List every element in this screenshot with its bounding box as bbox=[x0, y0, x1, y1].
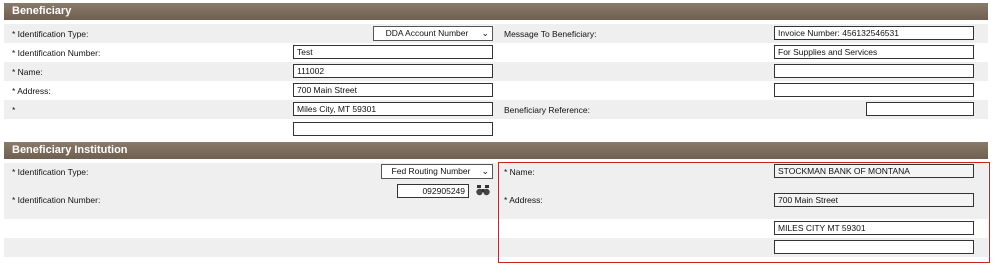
chevron-down-icon: ⌄ bbox=[481, 28, 489, 38]
beneficiary-id-type-select[interactable]: DDA Account Number ⌄ bbox=[373, 26, 493, 41]
message-to-beneficiary-label: Message To Beneficiary: bbox=[504, 29, 597, 39]
institution-address-line-3-input[interactable] bbox=[774, 240, 974, 254]
chevron-down-icon: ⌄ bbox=[481, 166, 489, 176]
beneficiary-address-label: * Address: bbox=[12, 86, 51, 96]
beneficiary-reference-label: Beneficiary Reference: bbox=[504, 105, 590, 115]
institution-row-1: * Identification Type: Fed Routing Numbe… bbox=[4, 163, 988, 181]
beneficiary-address2-label: * bbox=[12, 105, 16, 115]
beneficiary-address2-input[interactable]: Miles City, MT 59301 bbox=[293, 102, 493, 116]
message-line-2-input[interactable]: For Supplies and Services bbox=[774, 45, 974, 59]
institution-id-number-input[interactable]: 092905249 bbox=[397, 184, 469, 198]
beneficiary-row-6 bbox=[4, 119, 988, 138]
beneficiary-row-5: * Miles City, MT 59301 Beneficiary Refer… bbox=[4, 100, 988, 119]
institution-row-3: MILES CITY MT 59301 bbox=[4, 219, 988, 238]
beneficiary-row-1: * Identification Type: DDA Account Numbe… bbox=[4, 24, 988, 43]
beneficiary-row-4: * Address: 700 Main Street bbox=[4, 81, 988, 100]
beneficiary-row-3: * Name: 111002 bbox=[4, 62, 988, 81]
beneficiary-id-type-label: * Identification Type: bbox=[12, 29, 89, 39]
beneficiary-row-2: * Identification Number: Test For Suppli… bbox=[4, 43, 988, 62]
message-line-1-input[interactable]: Invoice Number: 456132546531 bbox=[774, 26, 974, 40]
message-line-4-input[interactable] bbox=[774, 83, 974, 97]
beneficiary-id-number-label: * Identification Number: bbox=[12, 48, 101, 58]
beneficiary-section-header: Beneficiary bbox=[4, 3, 988, 20]
beneficiary-name-label: * Name: bbox=[12, 67, 43, 77]
beneficiary-reference-input[interactable] bbox=[866, 102, 974, 116]
institution-address-line-2-input[interactable]: MILES CITY MT 59301 bbox=[774, 221, 974, 235]
institution-id-type-value: Fed Routing Number bbox=[391, 166, 471, 176]
beneficiary-name-input[interactable]: 111002 bbox=[293, 64, 493, 78]
institution-row-2: 092905249 * Identification Number: * Add… bbox=[4, 181, 988, 219]
beneficiary-id-number-input[interactable]: Test bbox=[293, 45, 493, 59]
institution-address-label: * Address: bbox=[504, 195, 543, 205]
institution-address-line-1-input[interactable]: 700 Main Street bbox=[774, 193, 974, 207]
beneficiary-address3-input[interactable] bbox=[293, 122, 493, 136]
institution-name-input[interactable]: STOCKMAN BANK OF MONTANA bbox=[774, 164, 974, 178]
binoculars-icon[interactable] bbox=[476, 184, 490, 196]
institution-id-number-label: * Identification Number: bbox=[12, 195, 101, 205]
beneficiary-id-type-value: DDA Account Number bbox=[385, 28, 469, 38]
message-line-3-input[interactable] bbox=[774, 64, 974, 78]
institution-section-header: Beneficiary Institution bbox=[4, 142, 988, 159]
beneficiary-address-input[interactable]: 700 Main Street bbox=[293, 83, 493, 97]
institution-row-4 bbox=[4, 238, 988, 257]
institution-id-type-label: * Identification Type: bbox=[12, 167, 89, 177]
institution-id-type-select[interactable]: Fed Routing Number ⌄ bbox=[381, 164, 493, 179]
institution-name-label: * Name: bbox=[504, 167, 535, 177]
